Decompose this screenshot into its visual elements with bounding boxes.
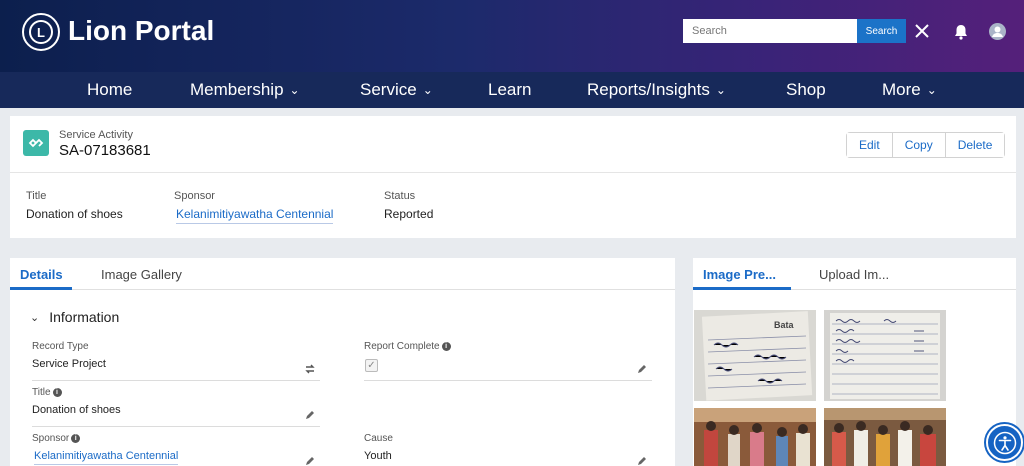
- tab-details[interactable]: Details: [20, 267, 63, 282]
- chevron-down-icon: ⌄: [30, 311, 40, 324]
- cause-label: Cause: [364, 433, 393, 444]
- image-thumbnail[interactable]: [824, 310, 946, 401]
- record-actions: Edit Copy Delete: [846, 132, 1006, 158]
- information-section-toggle[interactable]: ⌄ Information: [30, 309, 119, 325]
- nav-learn-label: Learn: [488, 80, 532, 99]
- copy-button[interactable]: Copy: [891, 133, 945, 157]
- change-record-type-icon[interactable]: [304, 362, 316, 374]
- sponsor-label-text: Sponsor: [32, 433, 70, 444]
- active-tab-indicator: [10, 287, 72, 290]
- title-value: Donation of shoes: [32, 404, 121, 416]
- image-thumbnail[interactable]: [824, 408, 946, 466]
- chevron-down-icon: ⌄: [715, 83, 726, 97]
- main-navigation: Home Membership ⌄ Service ⌄ Learn Reports/…: [0, 72, 1024, 108]
- record-type-label: Record Type: [32, 341, 89, 352]
- pencil-icon[interactable]: [304, 454, 316, 466]
- lions-logo-letter: L: [29, 20, 53, 44]
- field-divider: [364, 380, 652, 381]
- chevron-down-icon: ⌄: [422, 83, 433, 97]
- info-icon[interactable]: i: [52, 388, 62, 397]
- info-icon[interactable]: i: [441, 342, 451, 351]
- highlight-title-value: Donation of shoes: [26, 207, 123, 221]
- section-title: Information: [49, 309, 120, 325]
- highlights-panel: Title Donation of shoes Sponsor Kelanimi…: [10, 172, 1016, 238]
- nav-home-label: Home: [87, 80, 133, 99]
- nav-membership[interactable]: Membership ⌄: [190, 80, 300, 100]
- report-complete-checkbox: ✓: [365, 359, 378, 372]
- nav-reports-label: Reports/Insights: [587, 80, 710, 99]
- details-tabs: Details Image Gallery: [10, 258, 675, 290]
- sponsor-label: Sponsor i: [32, 433, 81, 444]
- title-label-text: Title: [32, 387, 51, 398]
- delete-button[interactable]: Delete: [944, 133, 1005, 157]
- tab-upload-image[interactable]: Upload Im...: [819, 267, 889, 282]
- image-thumbnail[interactable]: Bata: [694, 310, 816, 401]
- nav-service[interactable]: Service ⌄: [360, 80, 433, 100]
- active-tab-indicator: [693, 287, 791, 290]
- sponsor-link[interactable]: Kelanimitiyawatha Centennial: [34, 450, 179, 465]
- search-button[interactable]: Search: [857, 19, 906, 43]
- lions-logo[interactable]: L: [22, 13, 60, 51]
- field-divider: [32, 380, 320, 381]
- record-icon: [23, 130, 49, 156]
- nav-shop-label: Shop: [786, 80, 826, 99]
- close-icon[interactable]: [912, 21, 932, 41]
- chevron-down-icon: ⌄: [926, 83, 937, 97]
- accessibility-icon[interactable]: [986, 424, 1023, 461]
- nav-service-label: Service: [360, 80, 417, 99]
- search-input[interactable]: [683, 19, 857, 43]
- nav-learn[interactable]: Learn: [488, 80, 531, 100]
- top-header: L Lion Portal Search: [0, 0, 1024, 72]
- image-thumbnail[interactable]: [694, 408, 816, 466]
- nav-home[interactable]: Home: [87, 80, 132, 100]
- pencil-icon[interactable]: [636, 454, 648, 466]
- edit-button[interactable]: Edit: [847, 133, 892, 157]
- pencil-icon[interactable]: [636, 362, 648, 374]
- nav-more[interactable]: More ⌄: [882, 80, 937, 100]
- pencil-icon[interactable]: [304, 408, 316, 420]
- tab-image-gallery[interactable]: Image Gallery: [101, 267, 182, 282]
- highlight-status-value: Reported: [384, 207, 434, 221]
- nav-more-label: More: [882, 80, 921, 99]
- report-complete-label: Report Complete i: [364, 341, 451, 352]
- highlight-title-label: Title: [26, 190, 47, 202]
- field-divider: [32, 426, 320, 427]
- bell-icon[interactable]: [952, 23, 970, 41]
- highlight-status-label: Status: [384, 190, 416, 202]
- record-header: Service Activity SA-07183681 Edit Copy D…: [10, 116, 1016, 172]
- svg-text:Bata: Bata: [774, 320, 795, 330]
- record-type-label: Service Activity: [59, 129, 133, 141]
- user-avatar-icon[interactable]: [988, 22, 1007, 41]
- image-tabs: Image Pre... Upload Im...: [693, 258, 1016, 290]
- brand-title[interactable]: Lion Portal: [68, 15, 214, 47]
- record-name: SA-07183681: [59, 142, 151, 159]
- report-complete-text: Report Complete: [364, 341, 440, 352]
- info-icon[interactable]: i: [71, 434, 81, 443]
- nav-reports-insights[interactable]: Reports/Insights ⌄: [587, 80, 726, 100]
- highlight-sponsor-label: Sponsor: [174, 190, 215, 202]
- nav-membership-label: Membership: [190, 80, 284, 99]
- details-panel: Details Image Gallery ⌄ Information Reco…: [10, 258, 675, 466]
- highlight-sponsor-link[interactable]: Kelanimitiyawatha Centennial: [176, 207, 334, 224]
- record-type-value: Service Project: [32, 358, 106, 370]
- tab-image-preview[interactable]: Image Pre...: [703, 267, 776, 282]
- image-panel: Image Pre... Upload Im... Bata: [693, 258, 1016, 466]
- chevron-down-icon: ⌄: [289, 83, 300, 97]
- cause-value: Youth: [364, 450, 392, 462]
- title-label: Title i: [32, 387, 62, 398]
- nav-shop[interactable]: Shop: [786, 80, 826, 100]
